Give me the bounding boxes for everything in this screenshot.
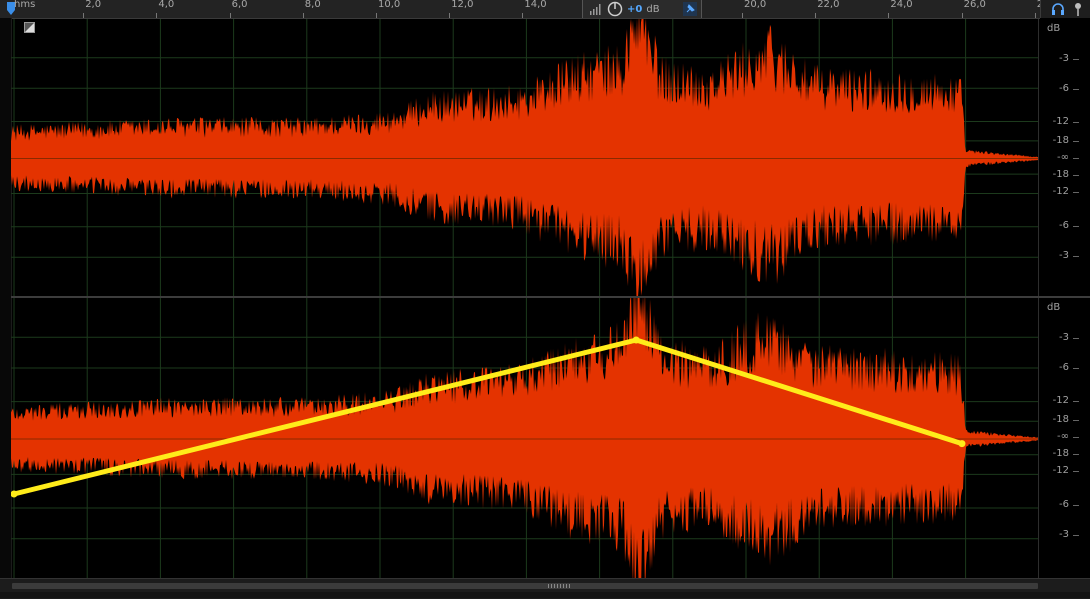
- envelope-keyframe-handle[interactable]: [958, 440, 966, 448]
- ruler-tick-mark: [302, 13, 304, 18]
- ruler-tick-label: 10,0: [378, 0, 401, 10]
- ruler-tick-label: 12,0: [451, 0, 474, 10]
- clip-header-icon[interactable]: [24, 22, 35, 33]
- db-scale-tick: [1073, 141, 1079, 142]
- db-scale-label: -3: [1059, 332, 1069, 343]
- ruler-tick-label: 8,0: [304, 0, 321, 10]
- db-scale-tick: [1073, 437, 1079, 438]
- scrollbar-thumb[interactable]: [12, 583, 1038, 589]
- ruler-tick-label: 26,0: [963, 0, 986, 10]
- ruler-tick-label: 14,0: [524, 0, 547, 10]
- db-scale-tick: [1073, 368, 1079, 369]
- db-scale-tick: [1073, 256, 1079, 257]
- waveform-channel-left[interactable]: [11, 2, 1040, 318]
- db-scale-tick: [1073, 454, 1079, 455]
- pin-marker-icon[interactable]: [1073, 2, 1083, 16]
- db-scale-label: -18: [1052, 135, 1069, 146]
- db-scale-label: -3: [1059, 529, 1069, 540]
- ruler-tick-label: 6,0: [231, 0, 248, 10]
- db-unit-label: dB: [1047, 302, 1061, 313]
- waveform-channel-right[interactable]: [10, 264, 1040, 599]
- db-scale-label: -3: [1059, 250, 1069, 261]
- right-toolbar: [1040, 0, 1090, 18]
- db-scale-label: -18: [1052, 169, 1069, 180]
- db-scale-tick: [1073, 175, 1079, 176]
- hud-gain-control[interactable]: +0 dB: [582, 0, 702, 18]
- db-scale-label: -12: [1052, 465, 1069, 476]
- ruler-tick-mark: [83, 13, 85, 18]
- ruler-tick-label: 20,0: [744, 0, 767, 10]
- scrollbar-grip-icon[interactable]: [548, 584, 572, 588]
- db-scale-label: -3: [1059, 53, 1069, 64]
- timeline-ruler[interactable]: hms 2,0 4,0 6,0 8,0 10,0 12,0 14,0 20,0 22,0 24,0…: [0, 0, 1050, 19]
- ruler-tick-mark: [449, 13, 451, 18]
- db-scale-tick: [1073, 401, 1079, 402]
- ruler-tick-mark: [522, 13, 524, 18]
- ruler-tick-label: 2,0: [85, 0, 102, 10]
- ruler-tick-mark: [156, 13, 158, 18]
- waveform-right[interactable]: [10, 264, 1040, 599]
- db-scale-label: -18: [1052, 414, 1069, 425]
- db-scale-label: -6: [1059, 499, 1069, 510]
- headphones-icon[interactable]: [1051, 2, 1065, 16]
- ruler-tick-mark: [815, 13, 817, 18]
- ruler-tick-mark: [1034, 13, 1036, 18]
- ruler-tick-mark: [742, 13, 743, 18]
- db-scale-tick: [1073, 59, 1079, 60]
- db-scale-tick: [1073, 420, 1079, 421]
- db-scale-label: -6: [1059, 83, 1069, 94]
- ruler-tick-label: 24,0: [890, 0, 913, 10]
- ruler-tick-mark: [888, 13, 890, 18]
- ruler-unit-label: hms: [14, 0, 36, 10]
- db-scale-tick: [1073, 471, 1079, 472]
- db-scale-left: dB -3 -6 -12 -18 -∞ -18 -12 -6 -3: [1038, 19, 1090, 296]
- waveform-shape[interactable]: [11, 264, 1038, 599]
- hud-gain-unit: dB: [646, 3, 660, 15]
- db-scale-label: -12: [1052, 395, 1069, 406]
- db-scale-right: dB -3 -6 -12 -18 -∞ -18 -12 -6 -3: [1038, 298, 1090, 578]
- db-scale-tick: [1073, 192, 1079, 193]
- ruler-tick-label: 22,0: [817, 0, 840, 10]
- db-scale-label: -∞: [1057, 431, 1069, 442]
- db-scale-tick: [1073, 505, 1079, 506]
- db-scale-label: -12: [1052, 116, 1069, 127]
- envelope-keyframe-handle[interactable]: [632, 336, 640, 344]
- ruler-tick-mark: [376, 13, 377, 18]
- meter-icon: [590, 4, 601, 15]
- knob-icon[interactable]: [607, 1, 623, 17]
- status-strip: [0, 592, 1090, 598]
- ruler-tick-label: 4,0: [158, 0, 175, 10]
- db-scale-label: -12: [1052, 186, 1069, 197]
- db-unit-label: dB: [1047, 23, 1061, 34]
- db-scale-tick: [1073, 535, 1079, 536]
- db-scale-label: -18: [1052, 448, 1069, 459]
- db-scale-tick: [1073, 158, 1079, 159]
- db-scale-tick: [1073, 226, 1079, 227]
- db-scale-tick: [1073, 338, 1079, 339]
- hud-gain-value: +0: [627, 3, 643, 15]
- db-scale-tick: [1073, 89, 1079, 90]
- ruler-tick-mark: [961, 13, 963, 18]
- db-scale-tick: [1073, 122, 1079, 123]
- db-scale-label: -6: [1059, 362, 1069, 373]
- db-scale-label: -∞: [1057, 152, 1069, 163]
- ruler-tick-mark: [229, 13, 231, 18]
- waveform-shape[interactable]: [11, 2, 1038, 318]
- pin-icon[interactable]: [683, 2, 697, 16]
- waveform-left[interactable]: [11, 2, 1040, 318]
- db-scale-label: -6: [1059, 220, 1069, 231]
